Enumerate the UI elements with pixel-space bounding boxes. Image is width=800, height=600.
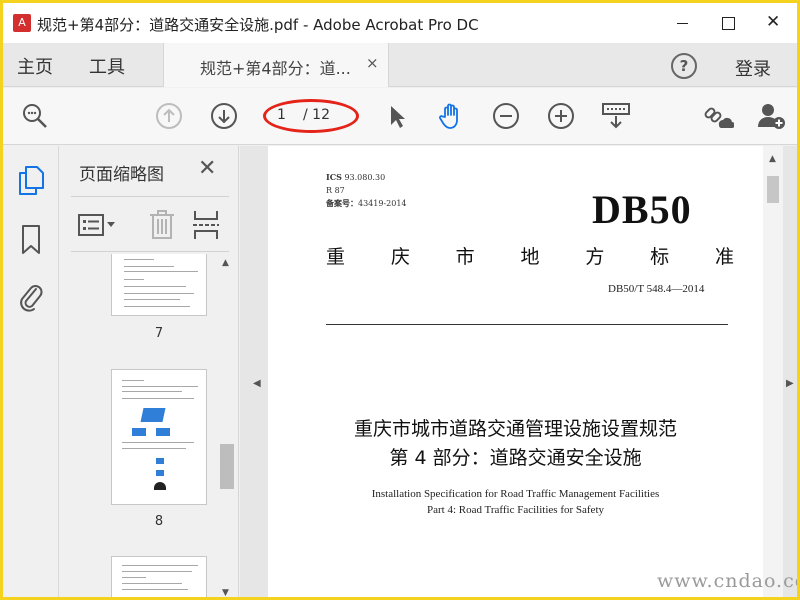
cursor-icon: [391, 106, 405, 128]
standard-code: DB50: [592, 187, 692, 232]
thumbnail-page-number: 7: [154, 326, 164, 341]
bookmark-icon: [22, 225, 40, 254]
trash-icon: [150, 210, 174, 239]
previous-page-button[interactable]: [154, 101, 184, 131]
document-tab[interactable]: 规范+第4部分：道... ×: [163, 43, 389, 87]
document-tab-label: 规范+第4部分：道...: [200, 59, 351, 78]
thumbnail-page-number: 8: [154, 514, 164, 529]
document-tab-close-button[interactable]: ×: [366, 54, 379, 72]
thumbnail-options-icon: [78, 214, 115, 236]
acrobat-app-icon: A: [13, 14, 31, 32]
close-thumbnails-button[interactable]: ✕: [198, 156, 216, 181]
help-button[interactable]: ?: [671, 53, 697, 79]
watermark-text: www.cndao.com: [657, 570, 797, 592]
thumbnail-page[interactable]: [111, 369, 207, 505]
tab-tools[interactable]: 工具: [89, 53, 125, 79]
scroll-down-arrow[interactable]: ▼: [222, 588, 229, 597]
page-navigator: / 12: [263, 99, 359, 133]
scroll-up-arrow[interactable]: ▲: [769, 154, 776, 164]
page-thumbnails-panel: 页面缩略图 ✕ 7 8 ▲ ▼: [59, 146, 239, 597]
hand-tool-button[interactable]: [436, 101, 466, 131]
maximize-button[interactable]: [705, 3, 751, 43]
hand-icon: [439, 103, 458, 129]
pdf-page: ICS 93.080.30 R 87 备案号：43419-2014 DB50 重…: [268, 146, 763, 597]
keyboard-down-icon: [602, 103, 630, 129]
standard-number: DB50/T 548.4—2014: [608, 283, 705, 295]
document-subtitle-en: Part 4: Road Traffic Facilities for Safe…: [427, 504, 604, 516]
page-thumbnails-button[interactable]: [16, 164, 46, 198]
tab-bar: 主页 工具 规范+第4部分：道... × ? 登录: [3, 43, 797, 87]
divider: [326, 324, 728, 325]
link-cloud-icon: [704, 107, 735, 128]
ics-code: ICS 93.080.30: [326, 172, 386, 182]
document-scrollbar[interactable]: ▲: [763, 146, 783, 597]
document-subtitle-cn: 第 4 部分：道路交通安全设施: [389, 447, 642, 469]
bookmarks-button[interactable]: [16, 223, 46, 257]
r-code: R 87: [326, 186, 345, 195]
attachments-button[interactable]: [16, 280, 46, 314]
navigation-rail: [3, 146, 59, 597]
thumbnails-scrollbar[interactable]: ▲ ▼: [217, 254, 237, 597]
search-zoom-icon: [23, 104, 47, 128]
thumbnail-page[interactable]: [111, 254, 207, 316]
paperclip-icon: [20, 285, 43, 312]
close-window-button[interactable]: ✕: [751, 3, 797, 43]
title-bar: A 规范+第4部分：道路交通安全设施.pdf - Adobe Acrobat P…: [3, 3, 797, 43]
highlight-ellipse: [263, 99, 359, 133]
thumbnail-figure: [140, 408, 166, 422]
app-window: A 规范+第4部分：道路交通安全设施.pdf - Adobe Acrobat P…: [0, 0, 800, 600]
extract-page-icon: [193, 211, 219, 239]
add-user-icon: [758, 104, 785, 129]
collapse-left-panel-button[interactable]: ◀: [253, 378, 261, 389]
document-scroll-thumb[interactable]: [767, 176, 779, 203]
select-tool-button[interactable]: [382, 101, 412, 131]
scroll-up-arrow[interactable]: ▲: [222, 258, 229, 268]
zoom-search-button[interactable]: [20, 101, 50, 131]
main-toolbar: / 12: [3, 88, 797, 145]
plus-circle-icon: [548, 103, 574, 129]
record-number: 备案号：43419-2014: [326, 198, 407, 208]
window-title: 规范+第4部分：道路交通安全设施.pdf - Adobe Acrobat Pro…: [37, 16, 479, 34]
arrow-down-circle-icon: [211, 103, 237, 129]
standard-type: 重 庆 市 地 方 标 准: [326, 246, 734, 268]
tab-home[interactable]: 主页: [17, 53, 53, 79]
arrow-up-circle-icon: [156, 103, 182, 129]
collapse-right-panel-button[interactable]: ▶: [786, 378, 794, 389]
extract-pages-button[interactable]: [191, 209, 221, 241]
page-thumbnails-icon: [19, 166, 44, 195]
document-title-cn: 重庆市城市道路交通管理设施设置规范: [353, 418, 677, 440]
close-icon: ✕: [766, 12, 781, 32]
thumbnails-panel-title: 页面缩略图: [79, 165, 164, 185]
share-link-button[interactable]: [702, 101, 735, 131]
document-view: ◀ ICS 93.080.30 R 87 备案号：43419-2014 DB50…: [240, 146, 797, 597]
thumbnails-toolbar: [71, 196, 229, 252]
zoom-out-button[interactable]: [491, 101, 521, 131]
add-user-button[interactable]: [756, 101, 786, 131]
document-title-en: Installation Specification for Road Traf…: [371, 488, 660, 500]
thumbnails-scroll-thumb[interactable]: [220, 444, 234, 489]
zoom-in-button[interactable]: [546, 101, 576, 131]
thumbnails-list: 7 8: [59, 254, 219, 597]
login-button[interactable]: 登录: [735, 55, 771, 81]
delete-pages-button[interactable]: [147, 209, 177, 241]
next-page-button[interactable]: [209, 101, 239, 131]
thumbnail-page[interactable]: [111, 556, 207, 597]
thumbnail-options-button[interactable]: [77, 211, 117, 239]
minimize-button[interactable]: [659, 3, 705, 43]
minus-circle-icon: [493, 103, 519, 129]
page-display-button[interactable]: [601, 101, 631, 131]
